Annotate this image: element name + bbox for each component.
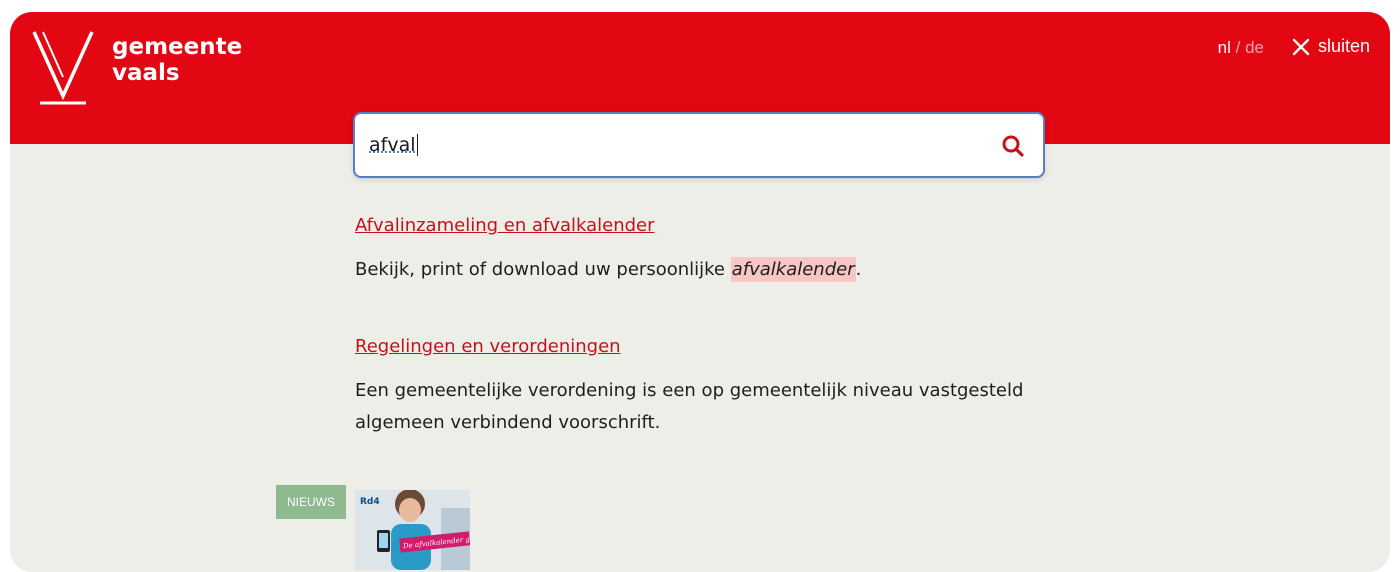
result-description: Bekijk, print of download uw persoonlijk…	[355, 254, 1055, 286]
result-title-afvalinzameling[interactable]: Afvalinzameling en afvalkalender	[355, 215, 655, 236]
news-badge: NIEUWS	[276, 485, 346, 519]
brand-line-1: gemeente	[112, 34, 242, 60]
result-desc-end: .	[856, 259, 862, 280]
language-switch: nl / de	[1218, 38, 1264, 58]
close-label: sluiten	[1318, 36, 1370, 57]
search-term-highlight: afvalkalender	[731, 257, 856, 282]
search-input[interactable]: afval	[353, 112, 1045, 178]
lang-separator: /	[1236, 38, 1241, 57]
result-description: Een gemeentelijke verordening is een op …	[355, 375, 1055, 439]
lang-de[interactable]: de	[1245, 38, 1264, 57]
search-overlay: gemeente vaals nl / de sluiten afval Afv…	[10, 12, 1390, 572]
news-thumbnail-image: De afvalkalender gaat digitaal Rd4	[355, 490, 470, 570]
search-icon[interactable]	[1001, 134, 1025, 158]
lang-nl[interactable]: nl	[1218, 38, 1231, 57]
result-desc-text: Bekijk, print of download uw persoonlijk…	[355, 259, 731, 280]
result-title-regelingen[interactable]: Regelingen en verordeningen	[355, 336, 621, 357]
brand-name[interactable]: gemeente vaals	[112, 34, 242, 86]
thumb-brand-text: Rd4	[360, 497, 380, 507]
search-input-value[interactable]: afval	[369, 134, 418, 156]
close-icon	[1292, 38, 1310, 56]
brand-line-2: vaals	[112, 60, 242, 86]
vaals-logo-icon[interactable]	[32, 30, 94, 106]
news-thumbnail[interactable]: De afvalkalender gaat digitaal Rd4	[355, 490, 470, 570]
close-button[interactable]: sluiten	[1292, 36, 1370, 57]
